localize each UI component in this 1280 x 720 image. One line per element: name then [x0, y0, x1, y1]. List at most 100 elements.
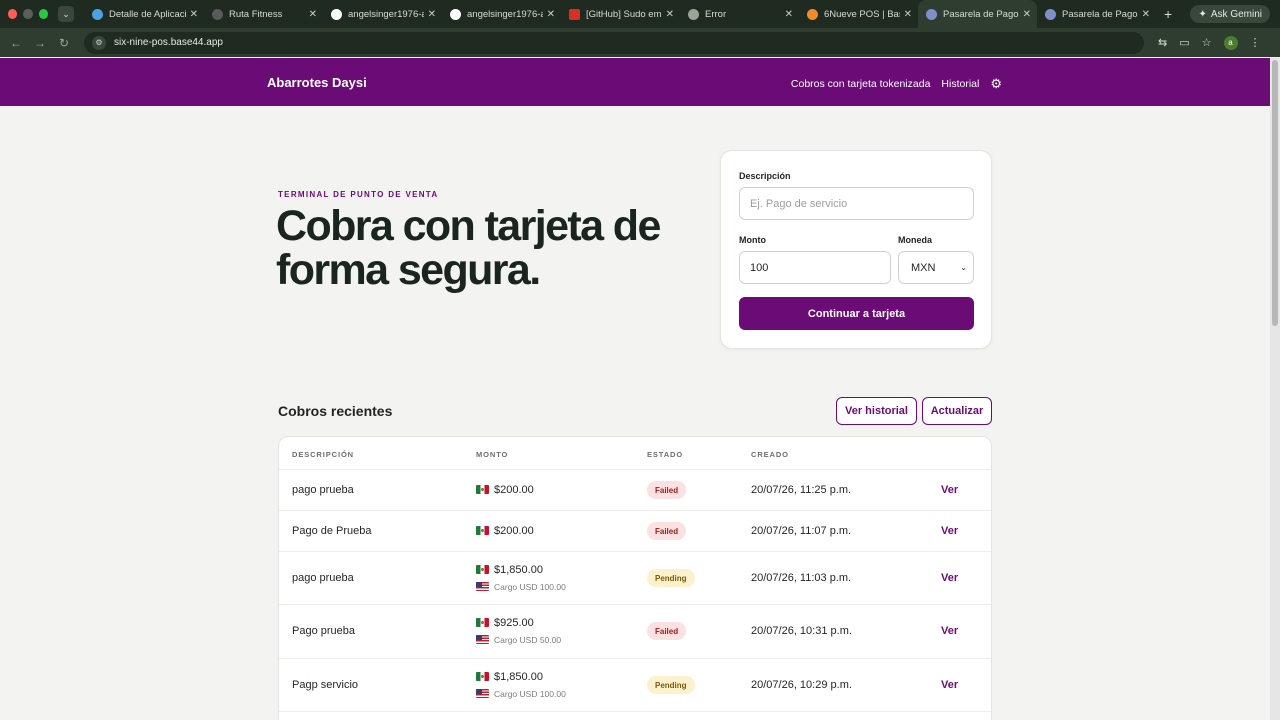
gmail-icon	[569, 8, 580, 20]
description-label: Descripción	[739, 171, 791, 181]
browser-tab[interactable]: [GitHub] Sudo em ✕	[561, 0, 680, 28]
browser-actions: ⇆ ▭ ☆ a ⋮	[1158, 35, 1261, 50]
row-charge-usd: Cargo USD 50.00	[476, 635, 561, 645]
back-arrow-icon[interactable]: ←	[4, 36, 28, 50]
hero-eyebrow: TERMINAL DE PUNTO DE VENTA	[278, 190, 439, 199]
maximize-window-button[interactable]	[38, 9, 48, 19]
row-created: 20/07/26, 11:25 p.m.	[751, 484, 852, 496]
url-text: six-nine-pos.base44.app	[114, 37, 223, 48]
table-header: DESCRIPCIÓN MONTO ESTADO CREADO	[279, 437, 991, 470]
view-history-button[interactable]: Ver historial	[836, 397, 917, 425]
row-description: pago prueba	[292, 484, 354, 496]
currency-value: MXN	[911, 261, 936, 274]
tab-label: Detalle de Aplicaci	[109, 8, 186, 20]
row-charge-usd: Cargo USD 100.00	[476, 689, 566, 699]
charge-text: Cargo USD 50.00	[494, 635, 562, 645]
column-header-amount: MONTO	[476, 450, 509, 459]
close-icon[interactable]: ✕	[1142, 9, 1150, 20]
close-window-button[interactable]	[8, 9, 18, 19]
amount-text: $1,850.00	[494, 671, 543, 683]
close-icon[interactable]: ✕	[547, 9, 555, 20]
window-controls	[8, 9, 48, 19]
more-menu-icon[interactable]: ⋮	[1250, 36, 1261, 50]
mexico-flag-icon	[476, 672, 489, 681]
minimize-window-button[interactable]	[23, 9, 33, 19]
favicon-icon	[212, 8, 223, 20]
amount-text: $200.00	[494, 484, 534, 496]
tab-search-button[interactable]: ⌄	[58, 6, 74, 22]
app-nav: Cobros con tarjeta tokenizada Historial …	[791, 76, 1002, 92]
amount-text: $925.00	[494, 617, 534, 629]
tab-label: Ruta Fitness	[229, 8, 283, 20]
status-badge: Pending	[647, 569, 695, 587]
view-link[interactable]: Ver	[941, 525, 958, 537]
tab-label: 6Nueve POS | Base	[824, 8, 900, 20]
status-badge: Failed	[647, 481, 687, 499]
favicon-icon	[1045, 8, 1056, 20]
cast-icon[interactable]: ▭	[1179, 36, 1189, 50]
row-amount: $1,850.00	[476, 671, 543, 683]
amount-input[interactable]	[739, 251, 891, 284]
new-tab-icon[interactable]: +	[1164, 6, 1172, 22]
tab-label: Pasarela de Pagos	[1062, 8, 1138, 20]
view-link[interactable]: Ver	[941, 572, 958, 584]
close-icon[interactable]: ✕	[190, 9, 198, 20]
row-amount: $200.00	[476, 525, 534, 537]
translate-icon[interactable]: ⇆	[1158, 36, 1167, 50]
site-info-icon[interactable]: ⚙	[92, 35, 106, 50]
row-created: 20/07/26, 10:29 p.m.	[751, 679, 852, 691]
favicon-icon	[92, 8, 103, 20]
currency-select[interactable]: MXN ⌄	[898, 251, 974, 284]
browser-tab[interactable]: 6Nueve POS | Base ✕	[799, 0, 918, 28]
payment-form-card: Descripción Monto Moneda MXN ⌄ Continuar…	[720, 150, 992, 349]
ask-gemini-button[interactable]: ✦ Ask Gemini	[1190, 5, 1270, 23]
row-amount: $1,850.00	[476, 564, 543, 576]
browser-tab[interactable]: angelsinger1976-a ✕	[323, 0, 442, 28]
browser-tab[interactable]: Ruta Fitness ✕	[204, 0, 323, 28]
recent-charges-title: Cobros recientes	[278, 403, 393, 419]
amount-label: Monto	[739, 235, 766, 245]
mexico-flag-icon	[476, 485, 489, 494]
star-icon[interactable]: ☆	[1202, 36, 1212, 50]
status-badge: Pending	[647, 676, 695, 694]
browser-tab[interactable]: Pasarela de Pagos ✕	[1037, 0, 1156, 28]
avatar[interactable]: a	[1223, 35, 1238, 50]
close-icon[interactable]: ✕	[666, 9, 674, 20]
browser-tab[interactable]: Error ✕	[680, 0, 799, 28]
close-icon[interactable]: ✕	[904, 9, 912, 20]
table-row: pago prueba $200.00 Failed 20/07/26, 11:…	[279, 470, 991, 511]
nav-link-history[interactable]: Historial	[941, 78, 979, 90]
sparkle-icon: ✦	[1198, 8, 1207, 20]
github-icon	[331, 8, 342, 20]
favicon-icon	[926, 8, 937, 20]
scrollbar-thumb[interactable]	[1272, 60, 1278, 326]
close-icon[interactable]: ✕	[785, 9, 793, 20]
view-link[interactable]: Ver	[941, 484, 958, 496]
forward-arrow-icon[interactable]: →	[28, 36, 52, 50]
browser-tab[interactable]: Detalle de Aplicaci ✕	[84, 0, 204, 28]
row-amount: $200.00	[476, 484, 534, 496]
close-icon[interactable]: ✕	[1023, 9, 1031, 20]
browser-tab-active[interactable]: Pasarela de Pagos ✕	[918, 0, 1037, 28]
refresh-button[interactable]: Actualizar	[922, 397, 992, 425]
gear-icon[interactable]: ⚙	[990, 76, 1002, 92]
close-icon[interactable]: ✕	[428, 9, 436, 20]
table-row: pago prueba $1,850.00 Cargo USD 100.00 P…	[279, 552, 991, 605]
brand-logo[interactable]: Abarrotes Daysi	[267, 75, 367, 90]
row-created: 20/07/26, 10:31 p.m.	[751, 625, 852, 637]
chevron-down-icon: ⌄	[960, 263, 967, 272]
column-header-status: ESTADO	[647, 450, 684, 459]
browser-tab[interactable]: angelsinger1976-a ✕	[442, 0, 561, 28]
description-input[interactable]	[739, 187, 974, 220]
view-link[interactable]: Ver	[941, 679, 958, 691]
usa-flag-icon	[476, 635, 489, 644]
reload-icon[interactable]: ↻	[52, 36, 76, 50]
tab-label: angelsinger1976-a	[348, 8, 424, 20]
tab-label: Pasarela de Pagos	[943, 8, 1019, 20]
nav-link-tokenized-charges[interactable]: Cobros con tarjeta tokenizada	[791, 78, 931, 90]
view-link[interactable]: Ver	[941, 625, 958, 637]
continue-to-card-button[interactable]: Continuar a tarjeta	[739, 297, 974, 330]
close-icon[interactable]: ✕	[309, 9, 317, 20]
row-created: 20/07/26, 11:07 p.m.	[751, 525, 852, 537]
url-field[interactable]: ⚙ six-nine-pos.base44.app	[84, 31, 1144, 54]
